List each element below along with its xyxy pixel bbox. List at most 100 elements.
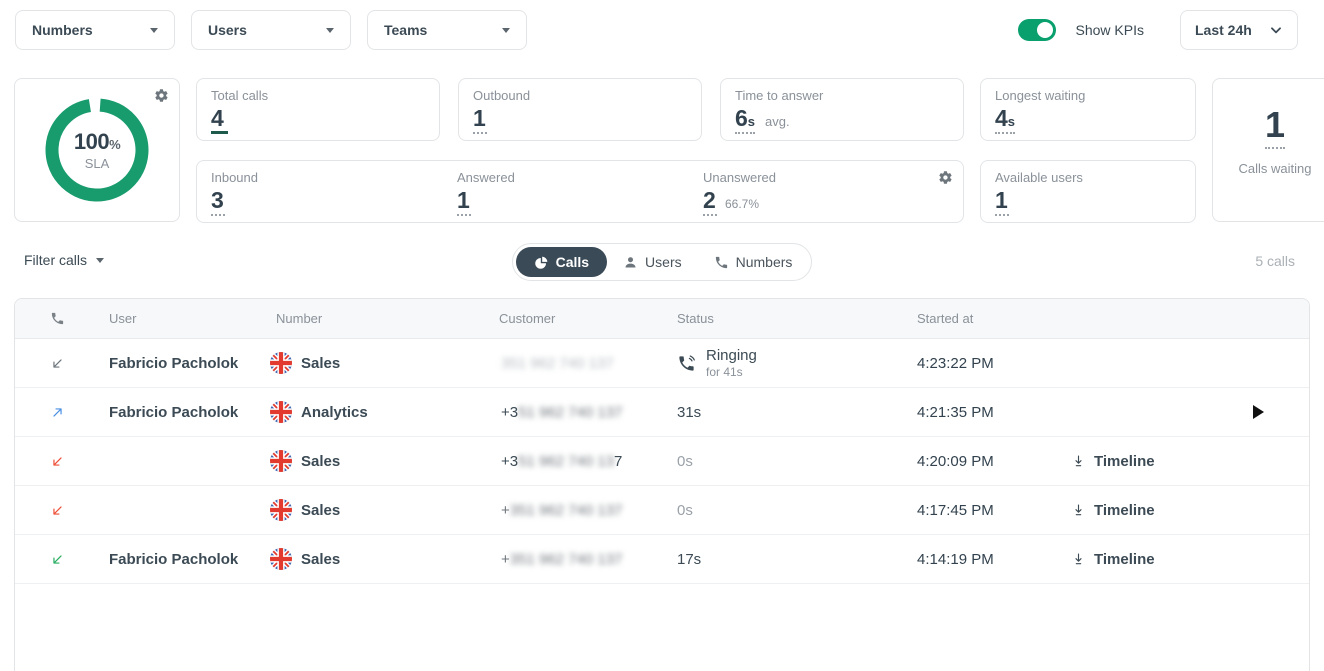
calls-waiting-label: Calls waiting [1239, 161, 1312, 176]
customer-number-suffix: 7 [614, 453, 622, 470]
header-user: User [99, 311, 266, 326]
numbers-dropdown[interactable]: Numbers [15, 10, 175, 50]
customer-number-prefix: + [501, 551, 510, 568]
started-at: 4:20:09 PM [907, 453, 1047, 470]
timeline-label: Timeline [1094, 551, 1155, 568]
started-at: 4:23:22 PM [907, 355, 1047, 372]
time-range-select[interactable]: Last 24h [1180, 10, 1298, 50]
unanswered-label: Unanswered [703, 170, 949, 185]
sla-settings-gear-icon[interactable] [154, 88, 169, 103]
time-to-answer-note: avg. [765, 114, 790, 129]
longest-waiting-label: Longest waiting [995, 88, 1181, 103]
inbound-label: Inbound [211, 170, 457, 185]
timeline-button[interactable]: Timeline [1071, 551, 1155, 568]
outbound-card: Outbound 1 [458, 78, 702, 141]
total-calls-value: 4 [211, 106, 228, 134]
table-row[interactable]: Fabricio Pacholok Analytics +351 962 740… [15, 388, 1309, 437]
ringing-phone-icon [677, 354, 696, 373]
phone-icon [714, 255, 729, 270]
table-row[interactable]: Sales +351 962 740 137 0s 4:17:45 PM Tim… [15, 486, 1309, 535]
time-to-answer-card: Time to answer 6s avg. [720, 78, 964, 141]
phone-column-icon [15, 311, 99, 326]
total-calls-card: Total calls 4 [196, 78, 440, 141]
show-kpis-label: Show KPIs [1076, 22, 1144, 38]
filter-calls-label: Filter calls [24, 252, 87, 268]
tab-users-label: Users [645, 254, 682, 270]
started-at: 4:17:45 PM [907, 502, 1047, 519]
status-duration: for 41s [706, 365, 757, 379]
uk-flag-icon [270, 450, 292, 472]
inbound-arrow-icon [15, 355, 99, 372]
users-dropdown[interactable]: Users [191, 10, 351, 50]
teams-dropdown[interactable]: Teams [367, 10, 527, 50]
outbound-label: Outbound [473, 88, 687, 103]
chevron-down-icon [1269, 23, 1283, 37]
outbound-arrow-icon [15, 404, 99, 421]
tab-calls-label: Calls [556, 254, 589, 270]
time-to-answer-label: Time to answer [735, 88, 949, 103]
time-to-answer-unit: s [748, 114, 755, 129]
unanswered-stat: Unanswered 266.7% [703, 170, 949, 213]
time-to-answer-value: 6 [735, 105, 748, 131]
filter-calls-dropdown[interactable]: Filter calls [24, 252, 104, 268]
available-users-label: Available users [995, 170, 1181, 185]
dropdown-arrow-icon [502, 28, 510, 33]
inbound-settings-gear-icon[interactable] [938, 170, 953, 185]
uk-flag-icon [270, 352, 292, 374]
user-name: Fabricio Pacholok [99, 355, 266, 372]
answered-inbound-arrow-icon [15, 551, 99, 568]
inbound-stat: Inbound 3 [211, 170, 457, 213]
available-users-card: Available users 1 [980, 160, 1196, 223]
started-at: 4:21:35 PM [907, 404, 1047, 421]
uk-flag-icon [270, 401, 292, 423]
inbound-value: 3 [211, 188, 225, 216]
total-calls-label: Total calls [211, 88, 425, 103]
table-header-row: User Number Customer Status Started at [15, 299, 1309, 339]
table-row[interactable]: Sales +351 962 740 137 0s 4:20:09 PM Tim… [15, 437, 1309, 486]
status-text: Ringing [706, 347, 757, 364]
numbers-dropdown-label: Numbers [32, 22, 93, 38]
play-recording-button[interactable] [1252, 405, 1265, 420]
table-row[interactable]: Fabricio Pacholok Sales +351 962 740 137… [15, 535, 1309, 584]
number-name: Sales [301, 453, 340, 470]
calls-table: User Number Customer Status Started at F… [14, 298, 1310, 671]
download-arrow-icon [1071, 453, 1086, 469]
tab-users[interactable]: Users [607, 247, 698, 277]
timeline-button[interactable]: Timeline [1071, 453, 1155, 470]
user-name: Fabricio Pacholok [99, 404, 266, 421]
download-arrow-icon [1071, 551, 1086, 567]
longest-waiting-value: 4 [995, 105, 1008, 131]
customer-number-masked: 51 962 740 137 [518, 404, 622, 421]
customer-number-prefix: +3 [501, 453, 518, 470]
calls-waiting-value: 1 [1265, 107, 1285, 149]
user-name: Fabricio Pacholok [99, 551, 266, 568]
tab-calls[interactable]: Calls [516, 247, 607, 277]
status-text: 17s [677, 551, 701, 568]
number-name: Sales [301, 551, 340, 568]
status-text: 0s [677, 453, 693, 470]
user-icon [623, 255, 638, 270]
inbound-stats-card: Inbound 3 Answered 1 Unanswered 266.7% [196, 160, 964, 223]
time-range-value: Last 24h [1195, 22, 1252, 38]
customer-number-masked: 351 962 740 137 [501, 355, 614, 372]
customer-number-masked: 351 962 740 137 [510, 551, 623, 568]
timeline-label: Timeline [1094, 502, 1155, 519]
answered-value: 1 [457, 188, 471, 216]
table-row[interactable]: Fabricio Pacholok Sales 351 962 740 137 … [15, 339, 1309, 388]
customer-number-masked: 351 962 740 137 [510, 502, 623, 519]
outbound-value: 1 [473, 106, 487, 134]
tab-numbers[interactable]: Numbers [698, 247, 809, 277]
kpi-section: 100% SLA Total calls 4 Outbound 1 Time t… [0, 60, 1324, 223]
sla-percent-sign: % [109, 137, 120, 152]
uk-flag-icon [270, 499, 292, 521]
longest-waiting-unit: s [1008, 114, 1015, 129]
header-started: Started at [907, 311, 1047, 326]
started-at: 4:14:19 PM [907, 551, 1047, 568]
show-kpis-toggle[interactable] [1018, 19, 1056, 41]
customer-number-masked: 51 962 740 13 [518, 453, 614, 470]
available-users-value: 1 [995, 188, 1009, 216]
calls-count-label: 5 calls [1255, 253, 1295, 269]
timeline-button[interactable]: Timeline [1071, 502, 1155, 519]
header-number: Number [266, 311, 489, 326]
unanswered-value: 2 [703, 188, 717, 216]
